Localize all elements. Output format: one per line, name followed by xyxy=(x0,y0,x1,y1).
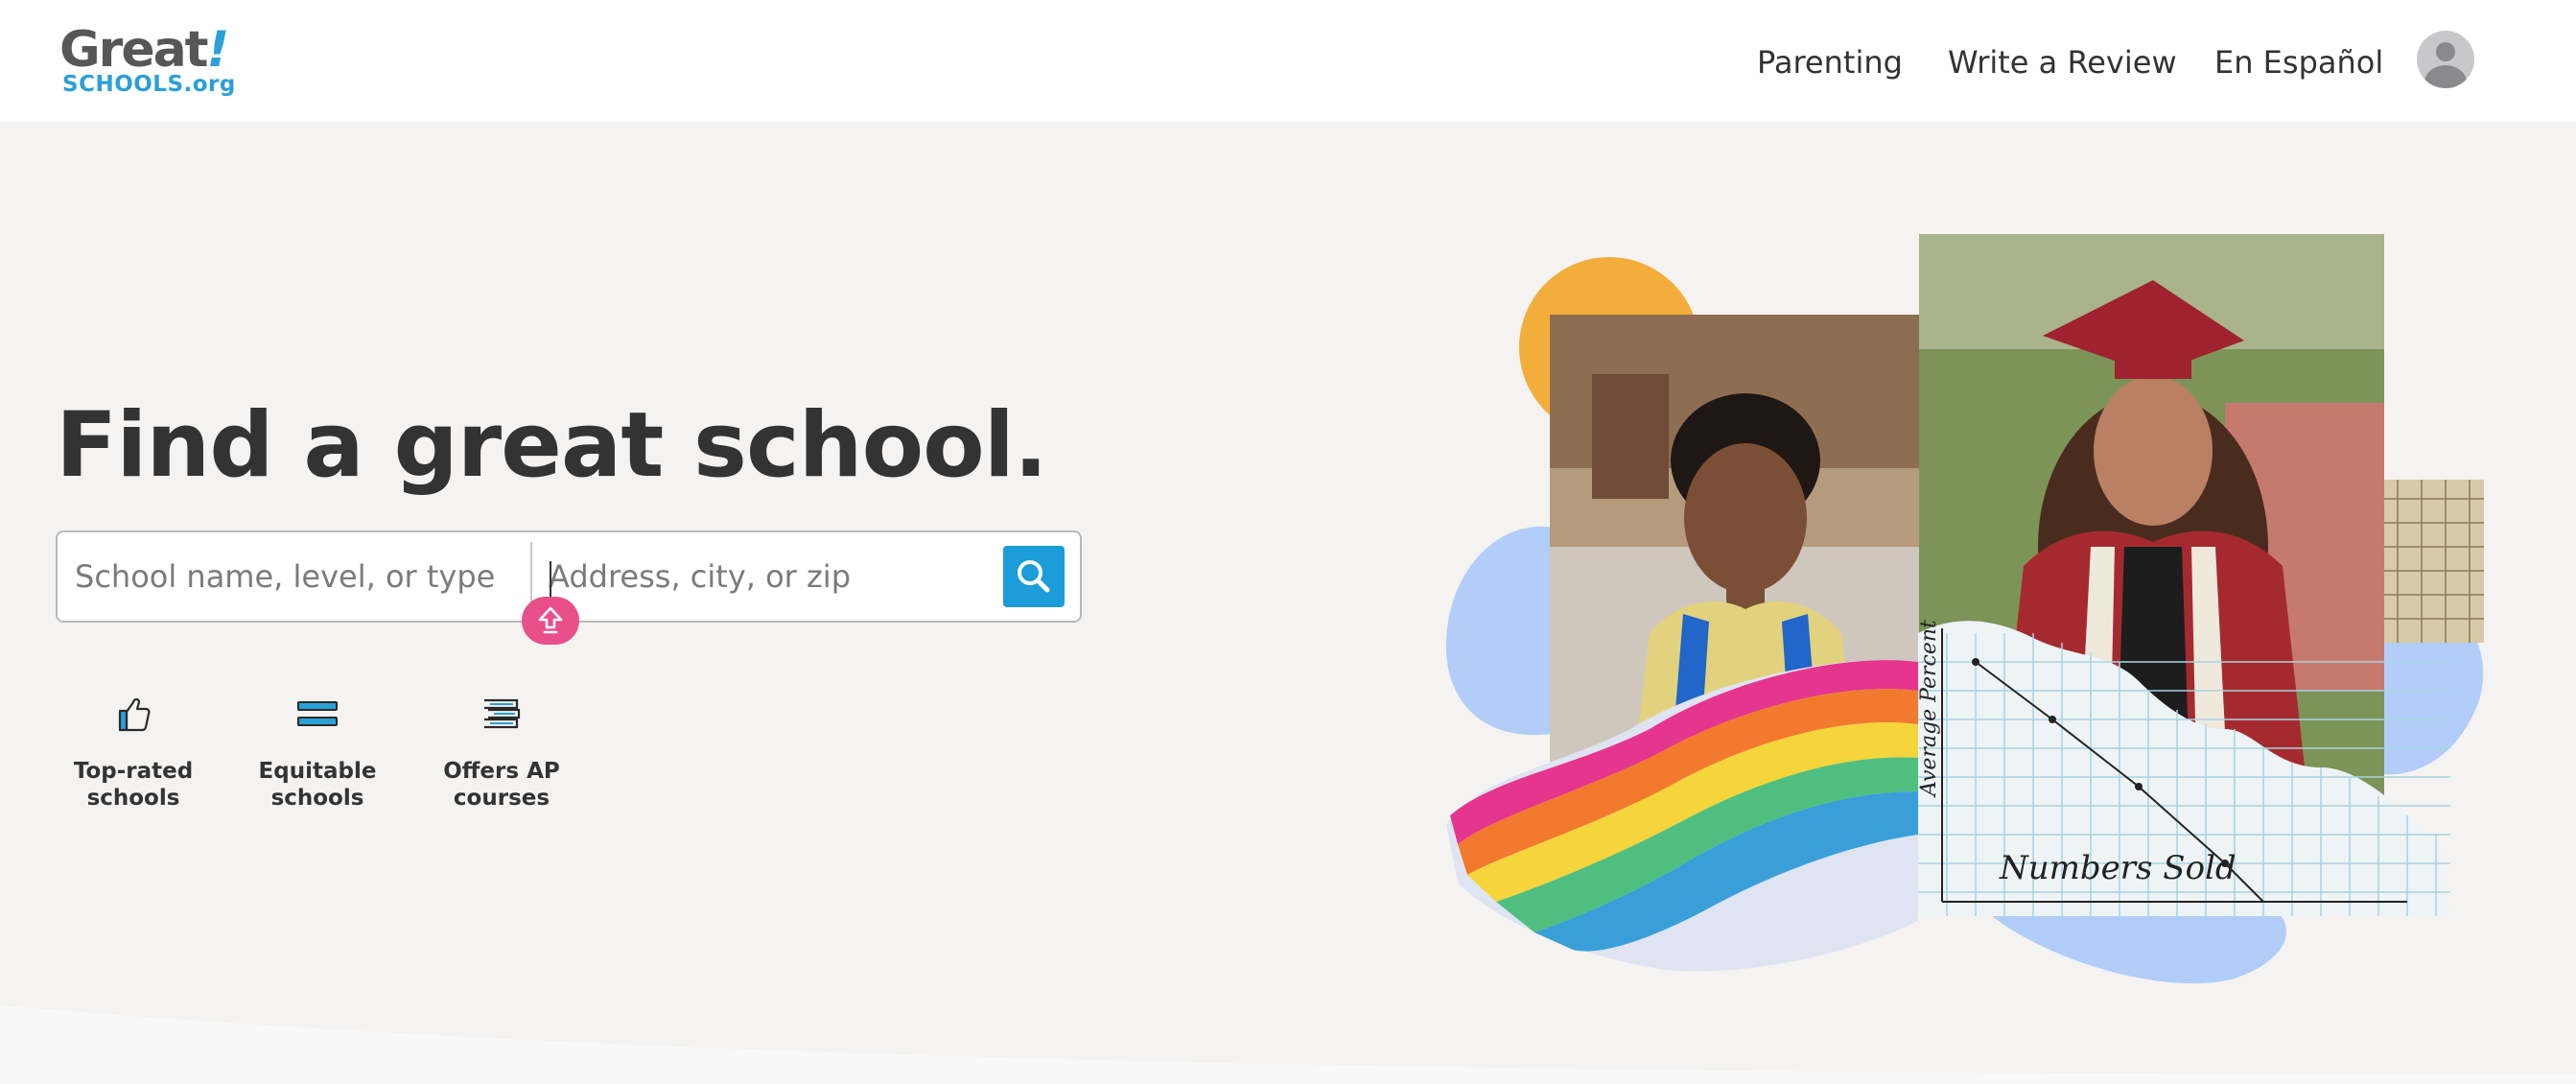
school-search-input[interactable] xyxy=(75,548,554,605)
text-caret xyxy=(550,561,551,598)
nav-parenting[interactable]: Parenting xyxy=(1757,38,1903,86)
quick-link-label: Equitable schools xyxy=(258,759,377,811)
quick-link-equitable[interactable]: Equitable schools xyxy=(241,691,394,812)
thumbs-up-icon xyxy=(118,697,151,732)
page-title: Find a great school. xyxy=(56,393,1048,498)
swap-arrow-icon xyxy=(538,606,563,634)
graph-paper-swatch xyxy=(2378,480,2484,643)
magnifier-icon xyxy=(1018,560,1050,593)
logo-subtitle: SCHOOLS.org xyxy=(62,72,236,97)
hero-collage: Numbers Sold Average Percent xyxy=(1445,234,2484,984)
graph-caption: Numbers Sold xyxy=(1999,849,2236,887)
quick-link-label: Top-rated schools xyxy=(73,759,194,811)
graph-axis-label: Average Percent xyxy=(1917,620,1941,798)
user-avatar-icon[interactable] xyxy=(2417,31,2474,88)
search-button[interactable] xyxy=(1003,546,1065,607)
address-search-input[interactable] xyxy=(549,548,961,605)
nav-en-espanol[interactable]: En Español xyxy=(2214,38,2383,86)
logo-wordmark: Great! xyxy=(59,21,229,79)
swap-search-button[interactable] xyxy=(522,597,579,645)
greatschools-logo[interactable]: Great! SCHOOLS.org xyxy=(59,25,242,102)
equal-bars-icon xyxy=(297,701,338,726)
nav-write-a-review[interactable]: Write a Review xyxy=(1948,38,2177,86)
site-header: Great! SCHOOLS.org Parenting Write a Rev… xyxy=(0,0,2576,122)
bottom-wave xyxy=(0,1005,2576,1084)
quick-link-ap-courses[interactable]: Offers AP courses xyxy=(425,691,578,812)
book-stack-icon xyxy=(484,698,521,729)
quick-link-top-rated[interactable]: Top-rated schools xyxy=(57,691,210,812)
quick-link-label: Offers AP courses xyxy=(443,759,560,811)
